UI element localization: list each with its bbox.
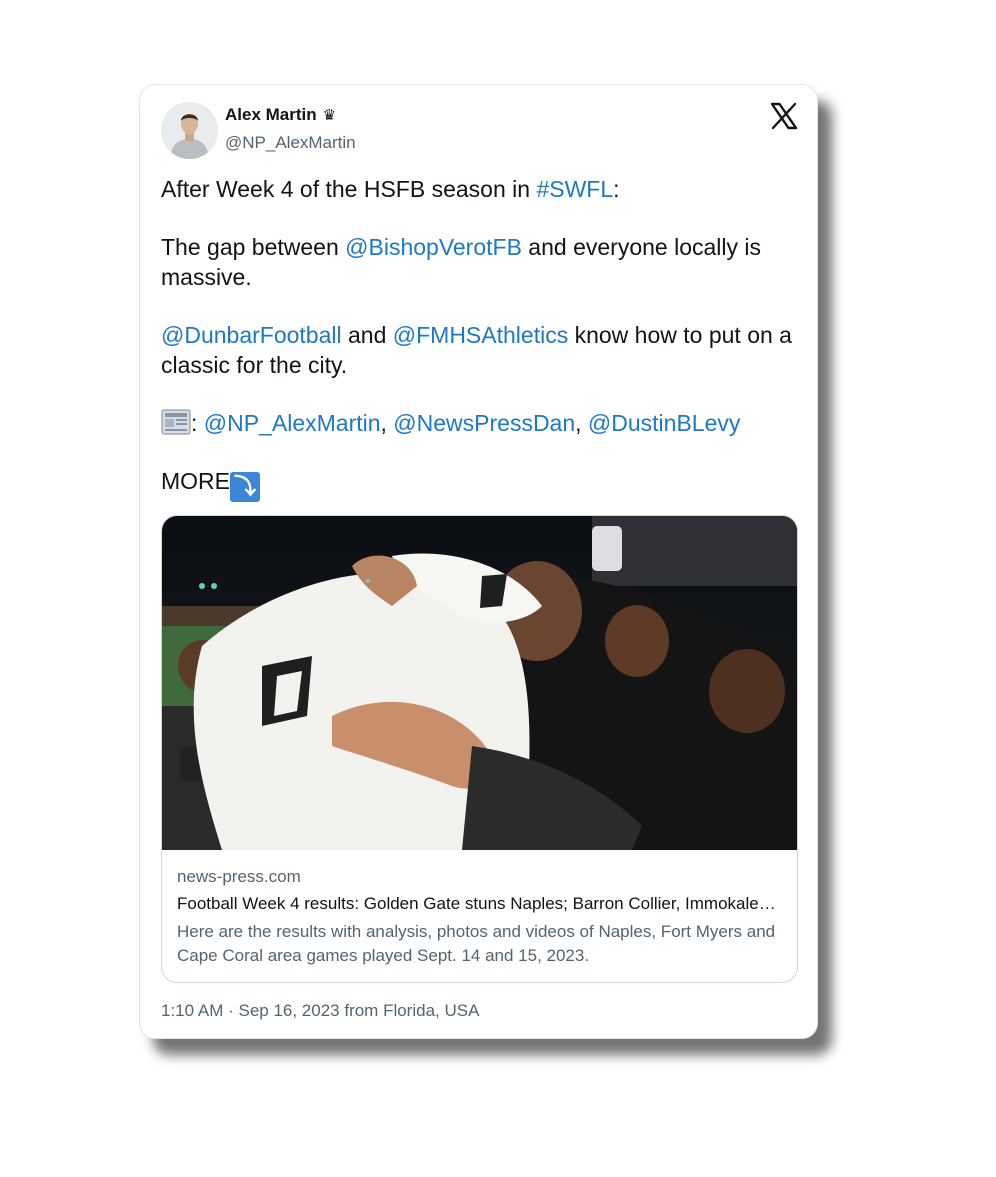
tweet-card[interactable]: Alex Martin ♛ @NP_AlexMartin After Week … — [139, 84, 818, 1039]
avatar-image — [161, 102, 218, 159]
tweet-text-span: : — [613, 176, 620, 202]
tweet-line-1: After Week 4 of the HSFB season in #SWFL… — [161, 174, 801, 204]
newspaper-icon — [161, 409, 191, 435]
tweet-timestamp[interactable]: 1:10 AM · Sep 16, 2023 from Florida, USA — [161, 1001, 479, 1021]
link-description: Here are the results with analysis, phot… — [177, 922, 776, 965]
tweet-text-span: , — [575, 410, 588, 436]
tweet-text-span: and — [341, 322, 393, 348]
mention-fmhsathletics[interactable]: @FMHSAthletics — [393, 322, 568, 348]
mention-dunbarfootball[interactable]: @DunbarFootball — [161, 322, 342, 348]
tweet-more-line: MORE ⤵ — [161, 466, 801, 502]
tweet-text-span: : — [191, 410, 204, 436]
tweet-text: After Week 4 of the HSFB season in #SWFL… — [161, 174, 801, 502]
author-name-row[interactable]: Alex Martin ♛ — [225, 105, 336, 125]
arrow-curve-down-icon: ⤵ — [230, 472, 260, 502]
crown-icon: ♛ — [322, 107, 337, 124]
author-name[interactable]: Alex Martin — [225, 105, 317, 125]
mention-dustinblevy[interactable]: @DustinBLevy — [588, 410, 740, 436]
tweet-credits-line: : @NP_AlexMartin, @NewsPressDan, @Dustin… — [161, 408, 801, 438]
author-handle[interactable]: @NP_AlexMartin — [225, 133, 356, 153]
x-logo-icon[interactable] — [769, 101, 799, 131]
link-preview-image[interactable] — [162, 516, 798, 850]
tweet-line-2: The gap between @BishopVerotFB and every… — [161, 232, 801, 292]
tweet-line-3: @DunbarFootball and @FMHSAthletics know … — [161, 320, 801, 380]
tweet-text-span: The gap between — [161, 234, 346, 260]
link-preview-card[interactable]: news-press.com Football Week 4 results: … — [161, 515, 798, 983]
mention-np-alexmartin[interactable]: @NP_AlexMartin — [204, 410, 381, 436]
link-domain: news-press.com — [177, 867, 301, 886]
avatar[interactable] — [161, 102, 218, 159]
mention-newspressdan[interactable]: @NewsPressDan — [393, 410, 575, 436]
mention-bishopverotfb[interactable]: @BishopVerotFB — [345, 234, 522, 260]
link-title[interactable]: Football Week 4 results: Golden Gate stu… — [177, 894, 783, 914]
hashtag-swfl[interactable]: #SWFL — [536, 176, 613, 202]
more-label: MORE — [161, 468, 230, 494]
tweet-text-span: , — [380, 410, 394, 436]
tweet-text-span: After Week 4 of the HSFB season in — [161, 176, 537, 202]
